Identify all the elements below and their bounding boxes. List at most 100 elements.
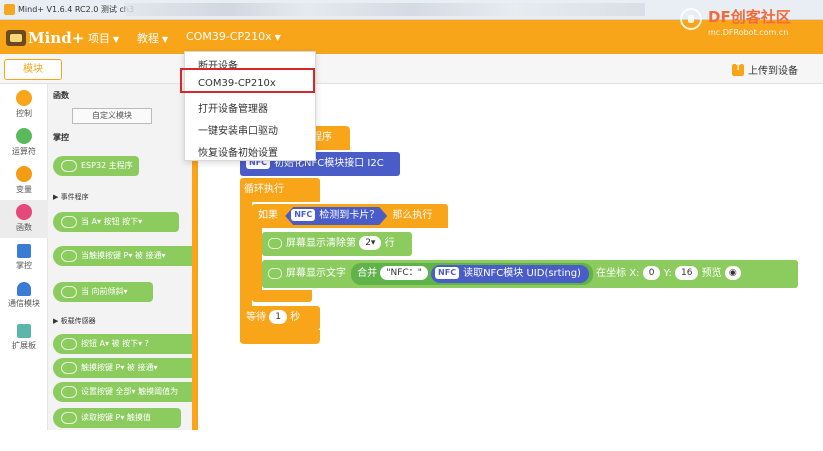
nfc-read-uid-block[interactable]: NFC 读取NFC模块 UID(srting)	[431, 265, 589, 283]
palette-block-sensor[interactable]: 按钮 A▾ 被 按下▾ ?	[53, 334, 198, 354]
hex-block-icon	[61, 362, 77, 374]
palette-block-main[interactable]: ESP32 主程序	[53, 156, 139, 176]
palette-block-label: 按钮 A▾ 被 按下▾ ?	[81, 339, 149, 348]
logo-text: Mind+	[28, 29, 85, 47]
eye-icon[interactable]: ◉	[724, 266, 741, 280]
menu-tutorial-label: 教程	[137, 32, 159, 45]
join-block[interactable]: 合并 "NFC：" NFC 读取NFC模块 UID(srting)	[351, 263, 593, 285]
hat-block-icon	[61, 216, 77, 228]
at-coord-label: 在坐标 X:	[596, 268, 640, 279]
hat-block-icon	[61, 160, 77, 172]
join-label: 合并	[357, 268, 378, 279]
operators-dot-icon	[16, 128, 32, 144]
category-controller[interactable]: 掌控	[0, 244, 48, 271]
category-operators[interactable]: 运算符	[0, 128, 48, 157]
chevron-down-icon: ▼	[274, 33, 281, 42]
sensor-head-label: 板载传感器	[60, 317, 96, 325]
menu-project-label: 项目	[88, 32, 110, 45]
oled-show-text-block[interactable]: 屏幕显示文字 合并 "NFC：" NFC 读取NFC模块 UID(srting) …	[262, 260, 798, 288]
loop-block-end	[240, 330, 320, 344]
clear-text: 屏幕显示清除第	[286, 238, 356, 249]
palette-event-head: ▶ 事件程序	[53, 193, 89, 201]
logo-icon	[6, 30, 26, 46]
palette-block-event[interactable]: 当 A▾ 按钮 按下▾	[53, 212, 179, 232]
clear-line-dropdown[interactable]: 2▾	[359, 236, 382, 250]
hat-block-icon	[61, 286, 77, 298]
menu-item-restore-device[interactable]: 恢复设备初始设置	[198, 144, 278, 159]
wait-unit: 秒	[290, 312, 301, 323]
join-string-input[interactable]: "NFC："	[380, 266, 428, 280]
gear-block-icon	[61, 386, 77, 398]
event-head-label: 事件程序	[60, 193, 89, 201]
nfc-tag: NFC	[291, 209, 315, 221]
menu-project[interactable]: 项目 ▼	[88, 30, 119, 46]
oled-clear-line-block[interactable]: 屏幕显示清除第 2▾ 行	[262, 232, 412, 256]
gear-block-icon	[61, 412, 77, 424]
palette-block-label: 当 向前倾斜▾	[81, 287, 128, 296]
variables-dot-icon	[16, 166, 32, 182]
x-input[interactable]: 0	[642, 266, 661, 280]
palette-functions-head: 函数	[53, 91, 69, 100]
category-label: 运算符	[12, 147, 36, 156]
clear-suffix: 行	[384, 238, 395, 249]
chevron-down-icon: ▼	[113, 35, 120, 44]
palette-block-sensor[interactable]: 读取按键 P▾ 触摸值	[53, 408, 181, 428]
hex-block-icon	[61, 338, 77, 350]
category-functions[interactable]: 函数	[0, 200, 48, 238]
palette-block-label: 当触摸按键 P▾ 被 接通▾	[81, 251, 166, 260]
forever-loop-block[interactable]: 循环执行	[240, 178, 320, 202]
y-input[interactable]: 16	[675, 266, 699, 280]
blurred-browser-tabs	[125, 3, 645, 16]
highlight-box	[180, 68, 315, 93]
menu-tutorial[interactable]: 教程 ▼	[137, 30, 168, 46]
controller-board-icon	[17, 244, 31, 258]
hat-block-icon	[61, 250, 77, 262]
palette-block-event[interactable]: 当 向前倾斜▾	[53, 282, 153, 302]
category-communication[interactable]: 通信模块	[0, 282, 48, 309]
nfc-detect-text: 检测到卡片？	[319, 210, 380, 221]
palette-block-label: 读取按键 P▾ 触摸值	[81, 413, 151, 422]
category-expansion[interactable]: 扩展板	[0, 324, 48, 351]
toolbar: 模块 上传到设备	[0, 54, 823, 84]
if-block-end	[252, 290, 312, 302]
category-control[interactable]: 控制	[0, 90, 48, 119]
palette-controller-head: 掌控	[53, 133, 69, 142]
upload-button[interactable]: 上传到设备	[732, 62, 798, 77]
wait-label: 等待	[246, 312, 266, 323]
app-window: Mind+ V1.6.4 RC2.0 测试 ch3 Mind+ 项目 ▼ 教程 ▼ …	[0, 0, 823, 430]
category-label: 掌控	[16, 261, 32, 270]
category-label: 扩展板	[12, 341, 36, 350]
tab-modules[interactable]: 模块	[4, 59, 62, 80]
menu-item-install-driver[interactable]: 一键安装串口驱动	[198, 122, 278, 137]
palette-block-sensor[interactable]: 触摸按键 P▾ 被 接通▾	[53, 358, 198, 378]
window-title: Mind+ V1.6.4 RC2.0 测试 ch3	[18, 5, 135, 14]
control-dot-icon	[16, 90, 32, 106]
category-variables[interactable]: 变量	[0, 166, 48, 195]
category-label: 通信模块	[8, 299, 40, 308]
if-label: 如果	[258, 210, 278, 221]
custom-module-button[interactable]: 自定义模块	[72, 108, 152, 124]
palette-block-sensor[interactable]: 设置按键 全部▾ 触摸阈值为	[53, 382, 198, 402]
palette-block-event[interactable]: 当触摸按键 P▾ 被 接通▾	[53, 246, 198, 266]
then-label: 那么执行	[392, 210, 433, 221]
chevron-down-icon: ▼	[162, 35, 169, 44]
category-label: 控制	[16, 109, 32, 118]
palette-block-label: ESP32 主程序	[81, 161, 133, 170]
show-text-label: 屏幕显示文字	[286, 268, 346, 279]
menu-item-device-manager[interactable]: 打开设备管理器	[198, 100, 268, 115]
menu-device-label: COM39-CP210x	[186, 30, 272, 43]
palette-block-label: 当 A▾ 按钮 按下▾	[81, 217, 143, 226]
category-label: 函数	[16, 223, 32, 232]
wait-block[interactable]: 等待 1 秒	[240, 306, 320, 330]
if-block[interactable]: 如果 NFC 检测到卡片？ 那么执行	[252, 204, 448, 228]
expansion-board-icon	[17, 324, 31, 338]
preview-label: 预览	[701, 268, 722, 279]
loop-label: 循环执行	[244, 184, 284, 195]
menu-device[interactable]: COM39-CP210x ▼	[186, 30, 281, 43]
nfc-detect-condition[interactable]: NFC 检测到卡片？	[285, 207, 387, 225]
category-bar: 控制 运算符 变量 函数 掌控 通信模块 扩展板	[0, 84, 48, 430]
watermark-logo-icon	[680, 8, 702, 30]
watermark-title: DF创客社区	[708, 8, 791, 26]
app-icon	[4, 4, 15, 15]
wait-input[interactable]: 1	[269, 310, 287, 324]
